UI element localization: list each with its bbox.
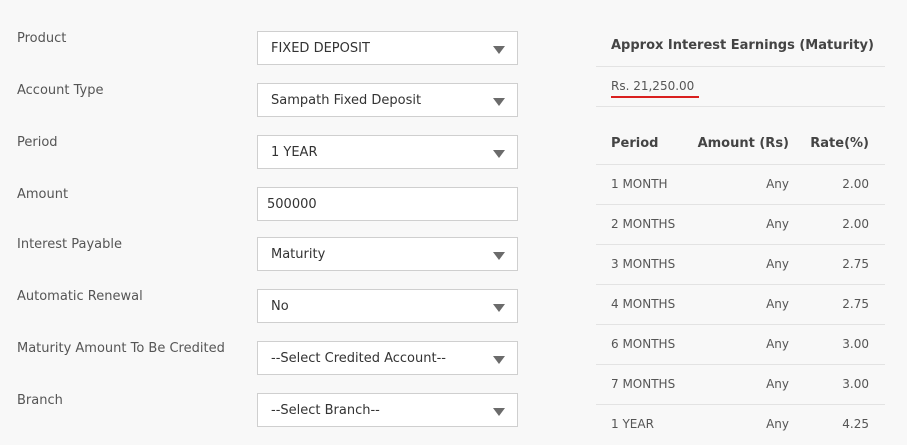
row-amount: Any: [766, 257, 789, 271]
divider: [596, 66, 885, 67]
row-period: 4 MONTHS: [611, 297, 676, 311]
row-period: 6 MONTHS: [611, 337, 676, 351]
calculator-form: Product FIXED DEPOSIT Account Type Sampa…: [0, 0, 540, 445]
account-type-select[interactable]: Sampath Fixed Deposit: [257, 83, 518, 117]
chevron-down-icon: [493, 304, 505, 312]
divider: [596, 106, 885, 107]
row-period: 1 MONTH: [611, 177, 668, 191]
row-amount: Any: [766, 417, 789, 431]
period-select[interactable]: 1 YEAR: [257, 135, 518, 169]
row-rate: 2.00: [842, 217, 869, 231]
earnings-underline: [611, 96, 699, 98]
header-period: Period: [611, 136, 659, 151]
account-type-value: Sampath Fixed Deposit: [271, 93, 422, 108]
interest-payable-label: Interest Payable: [17, 237, 122, 252]
row-amount: Any: [766, 297, 789, 311]
header-rate: Rate(%): [810, 136, 869, 151]
chevron-down-icon: [493, 252, 505, 260]
chevron-down-icon: [493, 98, 505, 106]
row-amount: Any: [766, 177, 789, 191]
interest-summary-panel: Approx Interest Earnings (Maturity) Rs. …: [596, 0, 885, 445]
chevron-down-icon: [493, 46, 505, 54]
interest-payable-value: Maturity: [271, 247, 326, 262]
automatic-renewal-label: Automatic Renewal: [17, 289, 143, 304]
row-period: 3 MONTHS: [611, 257, 676, 271]
row-period: 7 MONTHS: [611, 377, 676, 391]
row-rate: 3.00: [842, 337, 869, 351]
interest-payable-select[interactable]: Maturity: [257, 237, 518, 271]
row-period: 1 YEAR: [611, 417, 654, 431]
maturity-credit-value: --Select Credited Account--: [271, 351, 446, 366]
earnings-title: Approx Interest Earnings (Maturity): [611, 38, 874, 53]
product-select[interactable]: FIXED DEPOSIT: [257, 31, 518, 65]
row-rate: 3.00: [842, 377, 869, 391]
row-rate: 2.75: [842, 257, 869, 271]
maturity-credit-select[interactable]: --Select Credited Account--: [257, 341, 518, 375]
automatic-renewal-select[interactable]: No: [257, 289, 518, 323]
amount-label: Amount: [17, 187, 69, 202]
chevron-down-icon: [493, 408, 505, 416]
row-rate: 2.75: [842, 297, 869, 311]
table-row: 2 MONTHS Any 2.00: [596, 205, 885, 245]
period-value: 1 YEAR: [271, 145, 318, 160]
row-amount: Any: [766, 337, 789, 351]
product-label: Product: [17, 31, 67, 46]
earnings-amount: Rs. 21,250.00: [611, 79, 695, 93]
row-amount: Any: [766, 217, 789, 231]
amount-value: 500000: [267, 197, 317, 212]
table-row: 3 MONTHS Any 2.75: [596, 245, 885, 285]
maturity-credit-label: Maturity Amount To Be Credited: [17, 341, 225, 356]
table-row: 4 MONTHS Any 2.75: [596, 285, 885, 325]
table-row: 6 MONTHS Any 3.00: [596, 325, 885, 365]
account-type-label: Account Type: [17, 83, 104, 98]
branch-select[interactable]: --Select Branch--: [257, 393, 518, 427]
table-row: 1 MONTH Any 2.00: [596, 165, 885, 205]
chevron-down-icon: [493, 150, 505, 158]
table-row: 7 MONTHS Any 3.00: [596, 365, 885, 405]
branch-label: Branch: [17, 393, 63, 408]
chevron-down-icon: [493, 356, 505, 364]
table-row: 1 YEAR Any 4.25: [596, 405, 885, 445]
header-amount: Amount (Rs): [697, 136, 789, 151]
row-period: 2 MONTHS: [611, 217, 676, 231]
automatic-renewal-value: No: [271, 299, 289, 314]
amount-input[interactable]: 500000: [257, 187, 518, 221]
period-label: Period: [17, 135, 58, 150]
product-value: FIXED DEPOSIT: [271, 41, 370, 56]
branch-value: --Select Branch--: [271, 403, 380, 418]
row-rate: 4.25: [842, 417, 869, 431]
row-rate: 2.00: [842, 177, 869, 191]
row-amount: Any: [766, 377, 789, 391]
